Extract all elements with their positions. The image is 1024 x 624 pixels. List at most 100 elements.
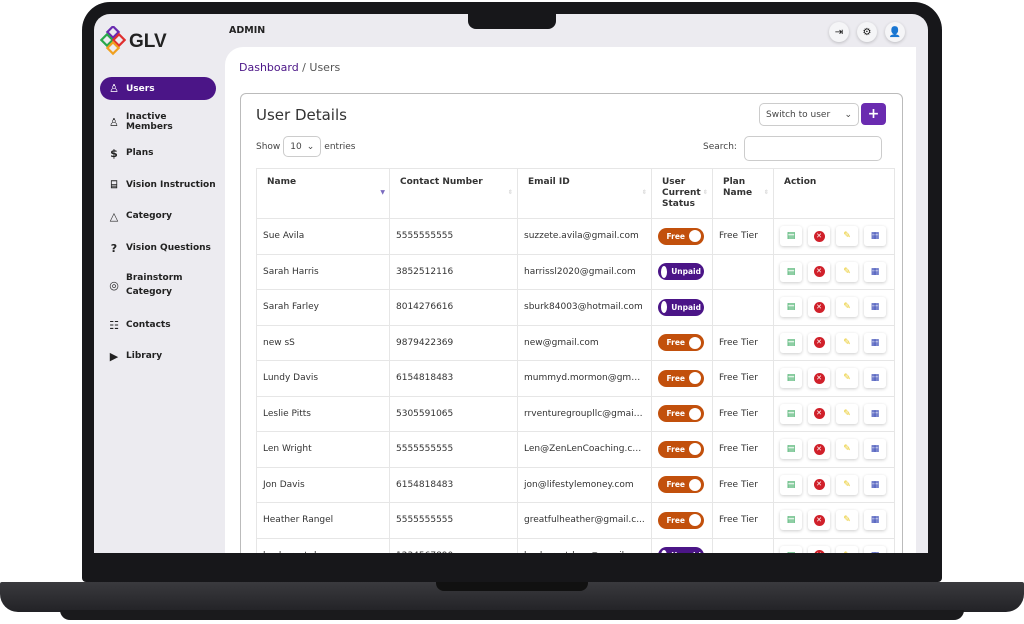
- sidebar-item-users[interactable]: ♙ Users: [100, 77, 216, 100]
- edit-icon[interactable]: ✎: [836, 510, 858, 531]
- sidebar-item-label: Inactive Members: [125, 112, 173, 132]
- grid-icon[interactable]: ▦: [864, 403, 886, 424]
- table-row: Sarah Farley 8014276616 sburk84003@hotma…: [256, 289, 895, 326]
- grid-icon[interactable]: ▦: [864, 297, 886, 318]
- document-icon[interactable]: ▤: [780, 474, 802, 495]
- edit-icon[interactable]: ✎: [836, 261, 858, 282]
- sidebar-item-inactive-members[interactable]: ♙ Inactive Members: [100, 112, 216, 132]
- cell-name: Sarah Harris: [256, 253, 390, 290]
- delete-icon[interactable]: ✕: [808, 297, 830, 318]
- document-icon[interactable]: ▤: [780, 368, 802, 389]
- status-toggle[interactable]: Free: [658, 476, 704, 494]
- cell-email: Len@ZenLenCoaching.co...: [517, 431, 652, 468]
- status-toggle[interactable]: Free: [658, 227, 704, 245]
- sidebar-item-label: Brainstorm Category: [126, 273, 183, 297]
- add-user-button[interactable]: +: [861, 103, 886, 125]
- edit-icon[interactable]: ✎: [836, 368, 858, 389]
- cell-email: suzzete.avila@gmail.com: [517, 218, 652, 255]
- search-input[interactable]: [744, 136, 882, 161]
- delete-icon[interactable]: ✕: [808, 403, 830, 424]
- sidebar-item-vision-questions[interactable]: ? Vision Questions: [100, 239, 216, 257]
- gear-icon[interactable]: ⚙: [857, 22, 877, 42]
- status-toggle[interactable]: Free: [658, 369, 704, 387]
- column-header[interactable]: User Current Status ⇳: [651, 168, 713, 219]
- status-toggle[interactable]: Unpaid: [658, 298, 704, 316]
- sidebar-item-contacts[interactable]: ☷ Contacts: [100, 316, 216, 334]
- sidebar-item-brainstorm-category[interactable]: ◎ Brainstorm Category: [100, 271, 216, 299]
- entries-select[interactable]: 10 ⌄: [283, 136, 322, 157]
- document-icon[interactable]: ▤: [780, 332, 802, 353]
- edit-icon[interactable]: ✎: [836, 545, 858, 553]
- grid-icon[interactable]: ▦: [864, 261, 886, 282]
- delete-icon[interactable]: ✕: [808, 439, 830, 460]
- breadcrumb-dashboard[interactable]: Dashboard: [239, 61, 299, 74]
- grid-icon[interactable]: ▦: [864, 510, 886, 531]
- table-row: new sS 9879422369 new@gmail.com Free Fre…: [256, 324, 895, 361]
- edit-icon[interactable]: ✎: [836, 297, 858, 318]
- status-toggle[interactable]: Unpaid: [658, 547, 704, 553]
- cell-contact: 6154818483: [389, 466, 518, 503]
- breadcrumb-current: Users: [309, 61, 341, 74]
- sort-icon[interactable]: ⇳: [508, 187, 513, 198]
- grid-icon[interactable]: ▦: [864, 474, 886, 495]
- cell-email: new@gmail.com: [517, 324, 652, 361]
- sort-icon[interactable]: ⇳: [703, 187, 708, 198]
- cell-name: Sarah Farley: [256, 289, 390, 326]
- sort-icon[interactable]: ▼: [380, 187, 385, 198]
- switch-user-select[interactable]: Switch to user ⌄: [759, 103, 859, 126]
- grid-icon[interactable]: ▦: [864, 332, 886, 353]
- document-icon[interactable]: ▤: [780, 297, 802, 318]
- cell-plan: Free Tier: [712, 324, 774, 361]
- document-icon[interactable]: ▤: [780, 226, 802, 247]
- document-icon[interactable]: ▤: [780, 261, 802, 282]
- column-header[interactable]: Plan Name ⇳: [712, 168, 774, 219]
- edit-icon[interactable]: ✎: [836, 439, 858, 460]
- contacts-icon: ☷: [109, 318, 119, 332]
- cell-name: new sS: [256, 324, 390, 361]
- column-header[interactable]: Action: [773, 168, 895, 219]
- toggle-knob: [689, 336, 701, 349]
- edit-icon[interactable]: ✎: [836, 474, 858, 495]
- status-toggle[interactable]: Free: [658, 440, 704, 458]
- sidebar-item-library[interactable]: ▶ Library: [100, 347, 216, 365]
- status-toggle[interactable]: Unpaid: [658, 263, 704, 280]
- cell-plan: [712, 289, 774, 326]
- logout-icon[interactable]: ⇥: [829, 22, 849, 42]
- delete-icon[interactable]: ✕: [808, 545, 830, 553]
- column-header[interactable]: Contact Number ⇳: [389, 168, 518, 219]
- edit-icon[interactable]: ✎: [836, 403, 858, 424]
- document-icon[interactable]: ▤: [780, 403, 802, 424]
- sidebar-item-plans[interactable]: $ Plans: [100, 144, 216, 162]
- sidebar-item-vision-instruction[interactable]: ⌸ Vision Instruction: [100, 176, 216, 194]
- status-toggle[interactable]: Free: [658, 405, 704, 423]
- toggle-knob: [661, 301, 668, 313]
- delete-icon[interactable]: ✕: [808, 261, 830, 282]
- grid-icon[interactable]: ▦: [864, 545, 886, 553]
- edit-icon[interactable]: ✎: [836, 332, 858, 353]
- edit-icon[interactable]: ✎: [836, 226, 858, 247]
- document-icon[interactable]: ▤: [780, 510, 802, 531]
- delete-icon[interactable]: ✕: [808, 332, 830, 353]
- cell-plan: [712, 253, 774, 290]
- user-icon[interactable]: 👤: [885, 22, 905, 42]
- grid-icon[interactable]: ▦: [864, 368, 886, 389]
- delete-icon[interactable]: ✕: [808, 510, 830, 531]
- grid-icon[interactable]: ▦: [864, 439, 886, 460]
- delete-icon[interactable]: ✕: [808, 474, 830, 495]
- sort-icon[interactable]: ⇳: [764, 187, 769, 198]
- sidebar-item-label: Vision Questions: [126, 243, 211, 253]
- column-header[interactable]: Name ▼: [256, 168, 390, 219]
- cell-name: Heather Rangel: [256, 502, 390, 539]
- sort-icon[interactable]: ⇳: [642, 187, 647, 198]
- delete-icon[interactable]: ✕: [808, 368, 830, 389]
- table-row: Len Wright 5555555555 Len@ZenLenCoaching…: [256, 431, 895, 468]
- document-icon[interactable]: ▤: [780, 439, 802, 460]
- cell-email: greatfulheather@gmail.c...: [517, 502, 652, 539]
- delete-icon[interactable]: ✕: [808, 226, 830, 247]
- status-toggle[interactable]: Free: [658, 334, 704, 352]
- document-icon[interactable]: ▤: [780, 545, 802, 553]
- status-toggle[interactable]: Free: [658, 511, 704, 529]
- sidebar-item-category[interactable]: △ Category: [100, 207, 216, 225]
- grid-icon[interactable]: ▦: [864, 226, 886, 247]
- column-header[interactable]: Email ID ⇳: [517, 168, 652, 219]
